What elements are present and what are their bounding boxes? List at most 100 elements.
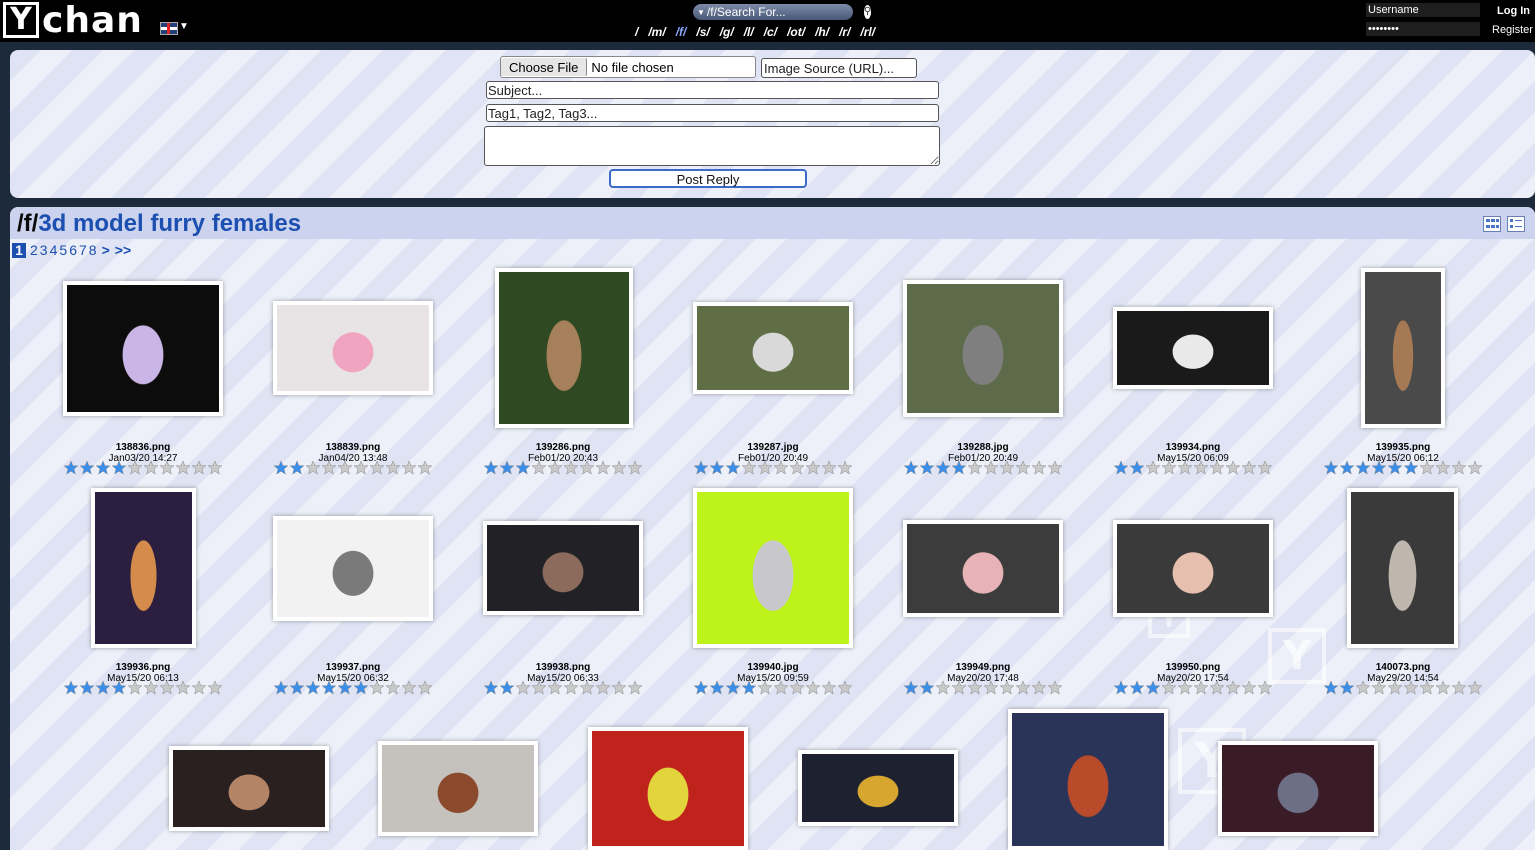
star-icon[interactable] [1467, 680, 1483, 695]
star-icon[interactable] [175, 460, 191, 475]
board-link[interactable]: /l/ [744, 25, 754, 39]
star-icon[interactable] [693, 460, 709, 475]
star-icon[interactable] [1467, 460, 1483, 475]
star-rating[interactable] [903, 460, 1063, 475]
star-icon[interactable] [1225, 680, 1241, 695]
page-link[interactable]: 4 [50, 242, 58, 258]
star-icon[interactable] [547, 460, 563, 475]
star-icon[interactable] [1403, 680, 1419, 695]
star-icon[interactable] [919, 680, 935, 695]
star-icon[interactable] [515, 680, 531, 695]
star-icon[interactable] [1161, 680, 1177, 695]
star-rating[interactable] [1323, 460, 1483, 475]
star-icon[interactable] [547, 680, 563, 695]
board-title[interactable]: /f/3d model furry females [17, 210, 301, 238]
star-icon[interactable] [1387, 460, 1403, 475]
star-icon[interactable] [967, 680, 983, 695]
star-icon[interactable] [321, 460, 337, 475]
star-icon[interactable] [1161, 460, 1177, 475]
star-icon[interactable] [289, 460, 305, 475]
thumbnail-image[interactable] [273, 301, 433, 395]
star-rating[interactable] [903, 680, 1063, 695]
star-icon[interactable] [417, 680, 433, 695]
star-icon[interactable] [983, 460, 999, 475]
board-link[interactable]: /s/ [696, 25, 709, 39]
star-icon[interactable] [757, 680, 773, 695]
star-icon[interactable] [579, 460, 595, 475]
star-icon[interactable] [627, 680, 643, 695]
grid-view-icon[interactable] [1483, 216, 1501, 232]
star-icon[interactable] [1113, 680, 1129, 695]
star-icon[interactable] [483, 680, 499, 695]
tags-input[interactable] [486, 104, 939, 122]
star-icon[interactable] [821, 680, 837, 695]
star-icon[interactable] [483, 460, 499, 475]
star-icon[interactable] [175, 680, 191, 695]
star-icon[interactable] [79, 680, 95, 695]
page-link[interactable]: 6 [69, 242, 77, 258]
star-icon[interactable] [127, 460, 143, 475]
star-icon[interactable] [1403, 460, 1419, 475]
star-icon[interactable] [999, 680, 1015, 695]
star-icon[interactable] [935, 460, 951, 475]
star-icon[interactable] [627, 460, 643, 475]
thumbnail-image[interactable] [169, 746, 329, 831]
star-icon[interactable] [1193, 460, 1209, 475]
board-link[interactable]: /rl/ [860, 25, 875, 39]
star-icon[interactable] [1435, 680, 1451, 695]
star-icon[interactable] [919, 460, 935, 475]
star-icon[interactable] [353, 680, 369, 695]
star-icon[interactable] [1355, 680, 1371, 695]
thumbnail-image[interactable] [798, 750, 958, 826]
thumbnail-image[interactable] [1113, 307, 1273, 389]
star-icon[interactable] [63, 680, 79, 695]
star-rating[interactable] [63, 680, 223, 695]
search-icon[interactable]: ⚲ [863, 5, 872, 19]
thumbnail-image[interactable] [1113, 520, 1273, 617]
star-icon[interactable] [983, 680, 999, 695]
star-icon[interactable] [1241, 460, 1257, 475]
thumbnail-image[interactable] [1361, 268, 1445, 428]
star-icon[interactable] [515, 460, 531, 475]
star-icon[interactable] [369, 680, 385, 695]
star-icon[interactable] [1031, 460, 1047, 475]
star-icon[interactable] [725, 680, 741, 695]
star-icon[interactable] [563, 680, 579, 695]
star-icon[interactable] [1145, 460, 1161, 475]
star-icon[interactable] [289, 680, 305, 695]
thumbnail-image[interactable] [1347, 488, 1458, 648]
star-icon[interactable] [773, 680, 789, 695]
star-icon[interactable] [111, 680, 127, 695]
star-icon[interactable] [1177, 460, 1193, 475]
star-icon[interactable] [1355, 460, 1371, 475]
star-rating[interactable] [1113, 460, 1273, 475]
star-icon[interactable] [63, 460, 79, 475]
star-icon[interactable] [1209, 680, 1225, 695]
star-icon[interactable] [951, 680, 967, 695]
thumbnail-image[interactable] [273, 516, 433, 621]
star-icon[interactable] [111, 460, 127, 475]
star-icon[interactable] [789, 680, 805, 695]
star-icon[interactable] [159, 680, 175, 695]
post-reply-button[interactable]: Post Reply [609, 169, 807, 188]
star-icon[interactable] [1129, 460, 1145, 475]
username-input[interactable] [1366, 3, 1480, 17]
star-icon[interactable] [1145, 680, 1161, 695]
star-icon[interactable] [499, 460, 515, 475]
star-icon[interactable] [273, 680, 289, 695]
board-link[interactable]: /r/ [839, 25, 850, 39]
star-icon[interactable] [741, 460, 757, 475]
star-icon[interactable] [563, 460, 579, 475]
next-page-link[interactable]: > [102, 242, 110, 258]
star-icon[interactable] [95, 680, 111, 695]
uk-flag-icon[interactable] [160, 22, 178, 35]
star-icon[interactable] [611, 460, 627, 475]
star-icon[interactable] [1435, 460, 1451, 475]
board-link[interactable]: /f/ [676, 25, 687, 39]
star-rating[interactable] [273, 460, 433, 475]
page-link[interactable]: 2 [30, 242, 38, 258]
thumbnail-image[interactable] [378, 741, 538, 836]
last-page-link[interactable]: >> [115, 242, 131, 258]
login-button[interactable]: Log In [1497, 5, 1530, 17]
page-link[interactable]: 3 [40, 242, 48, 258]
